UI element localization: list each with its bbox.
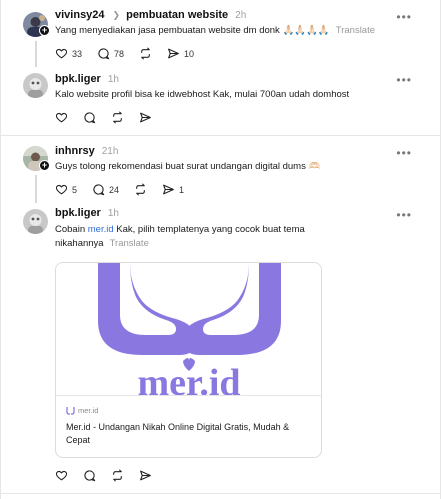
share-count: 1 [179, 184, 185, 195]
repost-icon [136, 183, 145, 196]
post-actions: 33 78 10 [55, 47, 209, 60]
thread-connector [35, 41, 37, 67]
post-text: Kalo website profil bisa ke idwebhost Ka… [55, 89, 350, 100]
share-button[interactable] [139, 111, 152, 124]
share-button[interactable]: 10 [167, 47, 194, 60]
username[interactable]: bpk.liger [55, 207, 101, 219]
like-count: 33 [72, 48, 83, 59]
reply-button[interactable]: 24 [92, 183, 119, 196]
more-icon[interactable]: ••• [396, 10, 412, 24]
site-favicon-icon [66, 406, 75, 415]
share-button[interactable]: 1 [162, 183, 184, 196]
translate-link[interactable]: Translate [336, 25, 375, 36]
username[interactable]: vivinsy24 [55, 9, 105, 21]
post-text: Yang menyediakan jasa pembuatan website … [55, 25, 376, 36]
thread-feed: + vivinsy24 ❯ pembuatan website 2h ••• Y… [0, 0, 441, 499]
reply-button[interactable] [83, 111, 96, 124]
reply-count: 78 [114, 48, 125, 59]
heart-icon [55, 184, 68, 195]
avatar[interactable] [23, 73, 48, 98]
share-icon [168, 48, 179, 59]
inline-link[interactable]: mer.id [88, 224, 114, 235]
timestamp: 1h [107, 74, 119, 85]
like-button[interactable]: 33 [55, 47, 82, 60]
repost-icon [113, 111, 122, 124]
repost-button[interactable] [111, 111, 124, 124]
share-button[interactable] [139, 469, 152, 482]
post-actions [55, 111, 167, 124]
repost-icon [113, 469, 122, 482]
link-preview-footer: mer.id Mer.id - Undangan Nikah Online Di… [56, 395, 321, 457]
topic-link[interactable]: pembuatan website [126, 9, 228, 21]
comment-icon [84, 470, 96, 482]
share-icon [140, 470, 151, 481]
heart-icon [55, 48, 68, 59]
link-domain: mer.id [66, 406, 313, 415]
translate-link[interactable]: Translate [110, 238, 149, 249]
follow-plus-icon[interactable]: + [39, 160, 50, 171]
timestamp: 1h [107, 208, 119, 219]
username[interactable]: bpk.liger [55, 73, 101, 85]
post-text: Cobain mer.id Kak, pilih templatenya yan… [55, 224, 305, 249]
reply-count: 24 [109, 184, 120, 195]
timestamp: 2h [235, 10, 247, 21]
post-actions [55, 469, 167, 482]
share-count: 10 [184, 48, 195, 59]
post-header: inhnrsy 21h [55, 145, 118, 157]
post-header: bpk.liger 1h [55, 73, 119, 85]
comment-icon [93, 184, 105, 196]
link-title: Mer.id - Undangan Nikah Online Digital G… [66, 422, 290, 445]
heart-icon [55, 470, 68, 481]
comment-icon [84, 112, 96, 124]
like-count: 5 [72, 184, 78, 195]
repost-button[interactable] [139, 47, 152, 60]
like-button[interactable] [55, 111, 68, 124]
link-preview-image: mer.id [56, 263, 321, 395]
repost-icon [141, 47, 150, 60]
post-header: vivinsy24 ❯ pembuatan website 2h [55, 9, 246, 21]
timestamp: 21h [101, 146, 119, 157]
link-preview-card[interactable]: mer.id mer.id Mer.id - Undangan Nikah On… [55, 262, 322, 458]
heart-icon [55, 112, 68, 123]
more-icon[interactable]: ••• [396, 208, 412, 222]
username[interactable]: inhnrsy [55, 145, 95, 157]
share-icon [163, 184, 174, 195]
repost-button[interactable] [134, 183, 147, 196]
repost-button[interactable] [111, 469, 124, 482]
comment-icon [98, 48, 110, 60]
divider [1, 493, 440, 494]
follow-plus-icon[interactable]: + [39, 25, 50, 36]
divider [1, 135, 440, 136]
chevron-right-icon: ❯ [112, 10, 121, 20]
reply-button[interactable] [83, 469, 96, 482]
share-icon [140, 112, 151, 123]
like-button[interactable] [55, 469, 68, 482]
more-icon[interactable]: ••• [396, 146, 412, 160]
post-text: Guys tolong rekomendasi buat surat undan… [55, 161, 321, 172]
thread-connector [35, 175, 37, 203]
post-actions: 5 24 1 [55, 183, 199, 196]
more-icon[interactable]: ••• [396, 73, 412, 87]
like-button[interactable]: 5 [55, 183, 77, 196]
post-header: bpk.liger 1h [55, 207, 119, 219]
reply-button[interactable]: 78 [97, 47, 124, 60]
avatar[interactable] [23, 209, 48, 234]
logo-text: mer.id [137, 362, 240, 395]
